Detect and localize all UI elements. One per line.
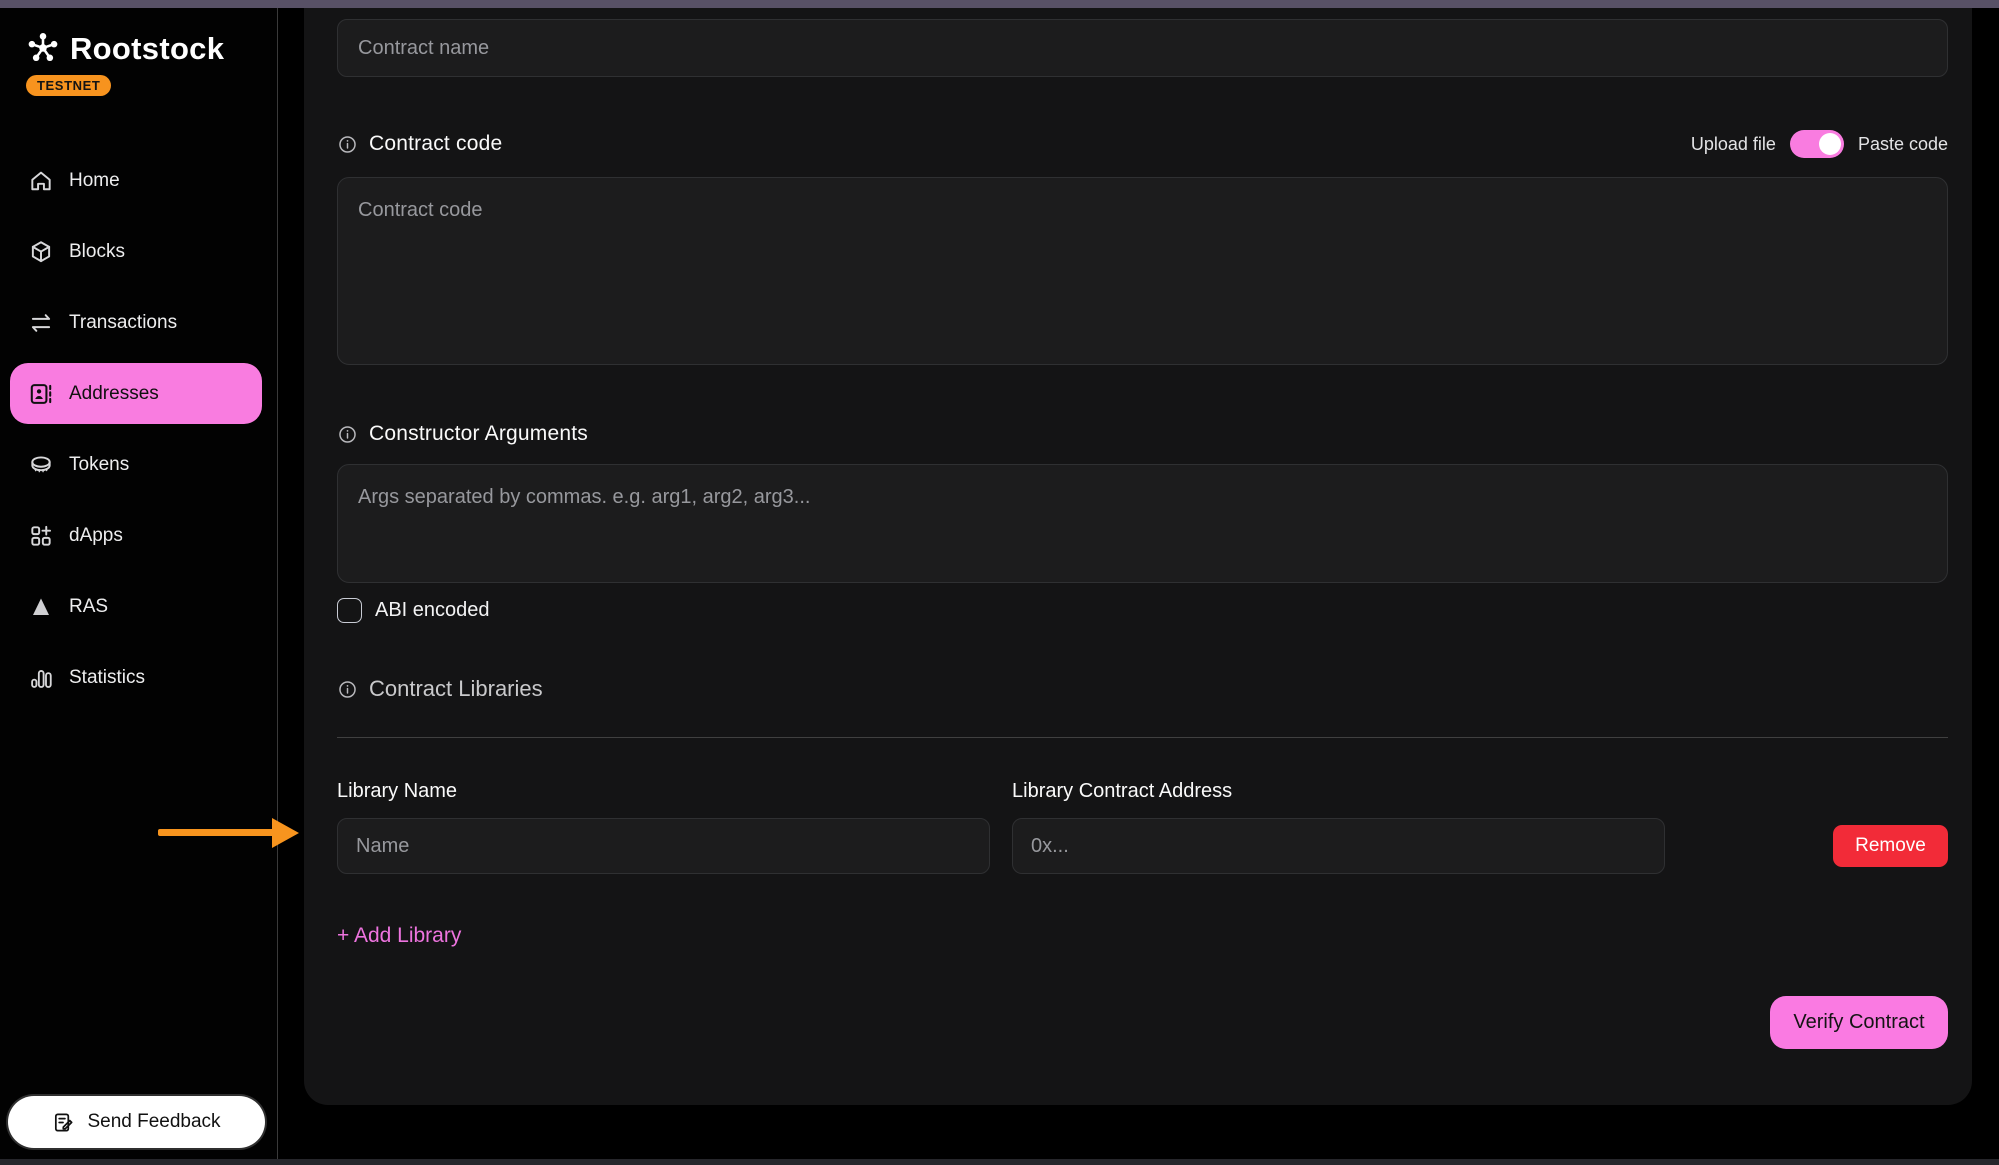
paste-code-label: Paste code (1858, 134, 1948, 155)
bottom-edge-strip (0, 1159, 1999, 1165)
info-icon[interactable] (337, 679, 358, 700)
upload-file-label: Upload file (1691, 134, 1776, 155)
toggle-knob (1819, 133, 1841, 155)
contract-code-header: Contract code Upload file Paste code (337, 130, 1948, 158)
sidebar-item-blocks[interactable]: Blocks (10, 221, 262, 282)
sidebar-item-label: Blocks (69, 241, 125, 263)
code-source-toggle[interactable] (1790, 130, 1844, 158)
sidebar-item-ras[interactable]: RAS (10, 576, 262, 637)
sidebar-nav: Home Blocks Transactions (10, 150, 262, 708)
sidebar-item-label: Statistics (69, 667, 145, 689)
verify-contract-button[interactable]: Verify Contract (1770, 996, 1948, 1049)
contract-libraries-header: Contract Libraries (337, 675, 1948, 703)
abi-encoded-checkbox[interactable] (337, 598, 362, 623)
home-icon (27, 167, 54, 194)
constructor-arguments-header: Constructor Arguments (337, 420, 1948, 448)
add-library-button[interactable]: + Add Library (337, 924, 461, 948)
cube-icon (27, 238, 54, 265)
sidebar-item-label: Home (69, 170, 120, 192)
sidebar: Rootstock TESTNET Home Blocks (0, 8, 278, 1159)
library-name-input[interactable] (337, 818, 990, 874)
sidebar-item-addresses[interactable]: Addresses (10, 363, 262, 424)
contact-card-icon (27, 380, 54, 407)
sidebar-item-statistics[interactable]: Statistics (10, 647, 262, 708)
info-icon[interactable] (337, 424, 358, 445)
testnet-badge: TESTNET (26, 75, 111, 96)
sidebar-item-label: dApps (69, 525, 123, 547)
library-row: Remove (337, 818, 1948, 874)
sidebar-item-tokens[interactable]: Tokens (10, 434, 262, 495)
abi-encoded-row: ABI encoded (337, 597, 1948, 623)
contract-code-label: Contract code (369, 132, 502, 156)
feedback-label: Send Feedback (87, 1111, 220, 1133)
contract-code-textarea[interactable] (337, 177, 1948, 365)
sidebar-item-dapps[interactable]: dApps (10, 505, 262, 566)
remove-library-button[interactable]: Remove (1833, 825, 1948, 867)
constructor-arguments-textarea[interactable] (337, 464, 1948, 583)
verify-contract-panel: Contract code Upload file Paste code Con… (304, 8, 1972, 1105)
code-source-toggle-group: Upload file Paste code (1691, 130, 1948, 158)
send-feedback-button[interactable]: Send Feedback (8, 1096, 265, 1148)
sidebar-item-home[interactable]: Home (10, 150, 262, 211)
sidebar-item-label: RAS (69, 596, 108, 618)
section-divider (337, 737, 1948, 738)
grid-plus-icon (27, 522, 54, 549)
triangle-icon (27, 593, 54, 620)
library-field-labels: Library Name Library Contract Address (337, 780, 1948, 800)
brand[interactable]: Rootstock TESTNET (24, 30, 224, 96)
feedback-pencil-icon (52, 1111, 75, 1134)
sidebar-item-label: Transactions (69, 312, 177, 334)
library-address-label: Library Contract Address (1012, 780, 1665, 800)
contract-libraries-label: Contract Libraries (369, 676, 543, 702)
top-edge-strip (0, 0, 1999, 8)
coin-icon (27, 451, 54, 478)
info-icon[interactable] (337, 134, 358, 155)
brand-name: Rootstock (70, 31, 224, 67)
sidebar-item-label: Addresses (69, 383, 159, 405)
rootstock-logo-icon (24, 30, 62, 68)
library-address-input[interactable] (1012, 818, 1665, 874)
abi-encoded-label: ABI encoded (375, 599, 490, 622)
bar-chart-icon (27, 664, 54, 691)
contract-name-input[interactable] (337, 19, 1948, 77)
library-name-label: Library Name (337, 780, 990, 800)
constructor-arguments-label: Constructor Arguments (369, 422, 588, 446)
sidebar-item-label: Tokens (69, 454, 129, 476)
sidebar-item-transactions[interactable]: Transactions (10, 292, 262, 353)
swap-arrows-icon (27, 309, 54, 336)
